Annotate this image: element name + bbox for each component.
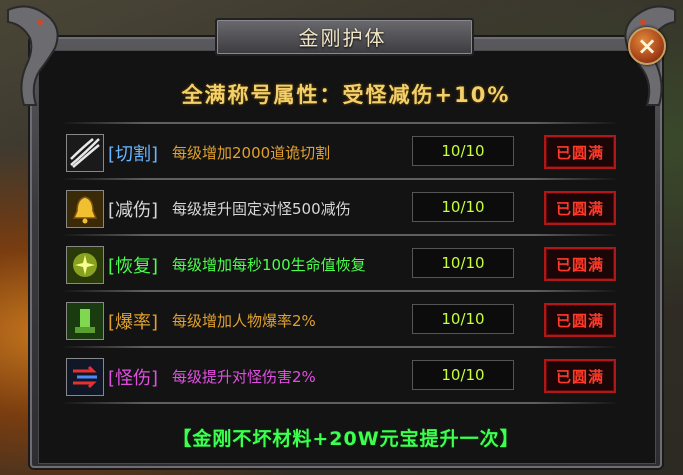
skill-label: [爆率] (108, 312, 159, 333)
maxed-label: 已圆满 (555, 144, 604, 162)
slash-icon (66, 134, 104, 172)
level-progress-box: 10/10 (412, 248, 514, 278)
window-title: 金刚护体 (298, 26, 387, 50)
level-progress: 10/10 (441, 254, 485, 272)
skill-description: 每级增加每秒100生命值恢复 (172, 256, 366, 274)
row-divider (60, 290, 620, 292)
row-divider (60, 122, 620, 124)
skill-row-cut: [切割] 每级增加2000道诡切割 10/10 已圆满 (60, 128, 620, 176)
row-divider (60, 346, 620, 348)
skill-description: 每级增加人物爆率2% (172, 312, 316, 330)
row-divider (60, 178, 620, 180)
maxed-button[interactable]: 已圆满 (544, 135, 616, 169)
bell-icon (66, 190, 104, 228)
maxed-button[interactable]: 已圆满 (544, 191, 616, 225)
skill-row-damage-reduction: [减伤] 每级提升固定对怪500减伤 10/10 已圆满 (60, 184, 620, 232)
maxed-label: 已圆满 (555, 368, 604, 386)
close-x-icon: × (636, 32, 658, 60)
skill-label: [减伤] (108, 200, 159, 221)
close-button[interactable]: × (628, 27, 666, 65)
skill-description: 每级提升固定对怪500减伤 (172, 200, 351, 218)
drop-rate-icon (66, 302, 104, 340)
maxed-label: 已圆满 (555, 312, 604, 330)
skill-row-drop-rate: [爆率] 每级增加人物爆率2% 10/10 已圆满 (60, 296, 620, 344)
maxed-button[interactable]: 已圆满 (544, 359, 616, 393)
heal-icon (66, 246, 104, 284)
level-progress-box: 10/10 (412, 136, 514, 166)
level-progress: 10/10 (441, 310, 485, 328)
row-divider (60, 234, 620, 236)
title-attribute-headline: 全满称号属性：受怪减伤+10% (181, 83, 511, 107)
skill-row-monster-damage: [怪伤] 每级提升对怪伤害2% 10/10 已圆满 (60, 352, 620, 400)
skill-label: [恢复] (108, 256, 159, 277)
row-divider (60, 402, 620, 404)
level-progress: 10/10 (441, 366, 485, 384)
skill-label: [怪伤] (108, 368, 159, 389)
upgrade-cost-note: 【金刚不坏材料+20W元宝提升一次】 (172, 428, 520, 450)
level-progress-box: 10/10 (412, 192, 514, 222)
level-progress: 10/10 (441, 198, 485, 216)
maxed-label: 已圆满 (555, 256, 604, 274)
monster-damage-icon (66, 358, 104, 396)
skill-label: [切割] (108, 144, 159, 165)
level-progress: 10/10 (441, 142, 485, 160)
maxed-button[interactable]: 已圆满 (544, 247, 616, 281)
maxed-button[interactable]: 已圆满 (544, 303, 616, 337)
skill-description: 每级增加2000道诡切割 (172, 144, 331, 162)
skill-row-recovery: [恢复] 每级增加每秒100生命值恢复 10/10 已圆满 (60, 240, 620, 288)
level-progress-box: 10/10 (412, 304, 514, 334)
maxed-label: 已圆满 (555, 200, 604, 218)
level-progress-box: 10/10 (412, 360, 514, 390)
skill-description: 每级提升对怪伤害2% (172, 368, 316, 386)
